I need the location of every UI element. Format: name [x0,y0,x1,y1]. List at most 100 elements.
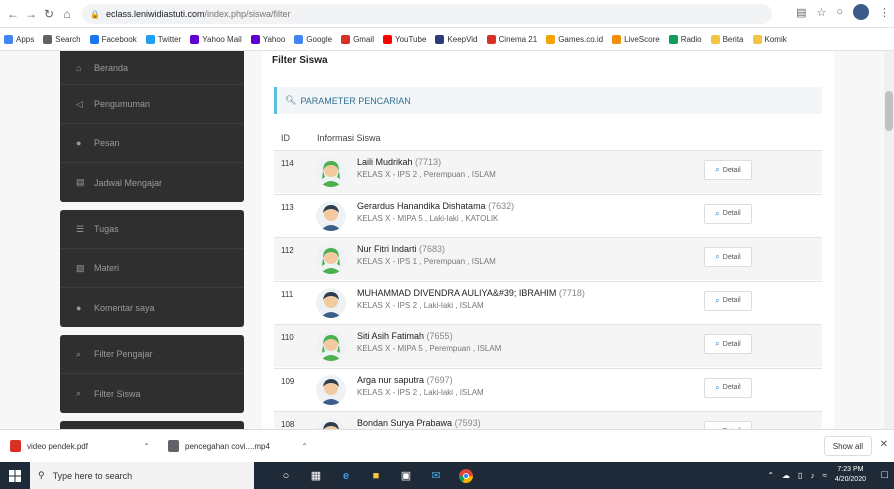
detail-button[interactable]: ⌕Detail [704,334,752,354]
bookmark-icon [4,35,13,44]
bookmark-livescore[interactable]: LiveScore [612,35,660,44]
sidebar-item-beranda[interactable]: ⌂ Beranda [60,51,244,85]
sidebar-item-pengumuman[interactable]: ◁ Pengumuman [60,85,244,124]
detail-button[interactable]: ⌕Detail [704,421,752,429]
table-row: 110 Siti Asih Fatimah (7655) KELAS X - MIP… [274,324,822,367]
battery-icon[interactable]: ▯ [798,471,802,480]
sidebar-item-materi[interactable]: ▧ Materi [60,249,244,288]
translate-icon[interactable]: ▤ [796,6,806,19]
bookmark-berita[interactable]: Berita [710,35,744,44]
clock[interactable]: 7:23 PM 4/20/2020 [835,465,866,485]
clock-time: 7:23 PM [837,466,864,473]
sidebar-item-jadwal-mengajar[interactable]: ▤ Jadwal Mengajar [60,163,244,202]
app-area: ⌂ Beranda ◁ Pengumuman ● Pesan ▤ Jadwal Mengaja… [0,51,894,429]
bookmark-twitter[interactable]: Twitter [145,35,181,44]
cortana-icon[interactable]: ○ [278,468,294,484]
bookmark-yahoo-mail[interactable]: Yahoo Mail [190,35,242,44]
menu-dots-icon[interactable]: ⋮ [879,6,890,19]
cloud-icon[interactable]: ☁ [782,471,790,480]
bookmark-yahoo[interactable]: Yahoo [250,35,285,44]
mail-icon[interactable]: ✉ [428,468,444,484]
home-icon: ⌂ [76,62,82,73]
search-icon: ⌕ [715,339,720,348]
windows-start-icon[interactable] [0,462,30,489]
search-icon: ⌕ [715,208,720,218]
notifications-icon[interactable]: □ [881,469,888,481]
table-row: 109 Arga nur saputra (7697) KELAS X - IPS … [274,367,822,411]
bookmark-gmail[interactable]: Gmail [341,35,374,44]
url-host: eclass.leniwidiastuti.com [105,9,205,19]
download-item[interactable]: pencegahan covi....mp4 ⌃ [158,440,316,452]
search-icon: ⌕ [76,348,82,359]
student-name: Bondan Surya Prabawa (7593) [357,418,481,428]
volume-icon[interactable]: ♪ [810,471,814,480]
bookmark-label: Apps [16,35,35,44]
sidebar-item-label: Komentar saya [94,302,155,313]
detail-button[interactable]: ⌕Detail [704,160,752,180]
bookmark-icon [190,35,200,44]
sidebar-item-filter-siswa[interactable]: ⌕ Filter Siswa [60,374,244,413]
bookmark-label: Berita [722,35,744,44]
task-view-icon[interactable]: ▦ [308,468,324,484]
scrollbar[interactable] [884,51,894,429]
student-name: Laili Mudrikah (7713) [357,157,441,167]
book-icon: ▧ [76,262,85,273]
star-icon[interactable]: ☆ [816,6,826,19]
bookmark-google[interactable]: Google [294,35,332,44]
bookmark-icon [486,35,496,44]
edge-icon[interactable]: e [338,468,354,484]
chrome-icon[interactable] [458,468,474,484]
bookmark-apps[interactable]: Apps [4,35,34,44]
back-arrow-icon[interactable]: ← [4,5,22,23]
sidebar-item-tugas[interactable]: ☰ Tugas [60,210,244,249]
reload-icon[interactable]: ↻ [40,5,58,23]
student-name-text: Laili Mudrikah [357,157,413,167]
bookmark-radio[interactable]: Radio [668,35,702,44]
sidebar-item-label: Beranda [94,62,129,73]
chevron-up-icon[interactable]: ⌃ [767,471,774,480]
store-icon[interactable]: ▣ [398,468,414,484]
student-info: KELAS X - IPS 1 , Perempuan , ISLAM [357,257,496,266]
bookmark-komik[interactable]: Komik [752,35,787,44]
close-icon[interactable]: ✕ [880,439,888,450]
detail-button[interactable]: ⌕Detail [704,203,752,224]
pdf-file-icon [10,440,21,452]
detail-button[interactable]: ⌕Detail [704,377,752,398]
chevron-up-icon[interactable]: ⌃ [301,442,308,451]
profile-avatar[interactable] [853,4,869,20]
taskbar-search-input[interactable]: ⚲ Type here to search [30,462,254,489]
address-bar[interactable]: 🔒 eclass.leniwidiastuti.com/index.php/si… [82,4,772,24]
sidebar-item-filter-pengajar[interactable]: ⌕ Filter Pengajar [60,335,244,374]
bookmark-cinema-21[interactable]: Cinema 21 [486,35,537,44]
download-item[interactable]: video pendek.pdf ⌃ [0,440,158,452]
megaphone-icon: ◁ [76,98,83,109]
sidebar-item-logout[interactable]: ⇥Logout [60,421,244,429]
detail-button[interactable]: ⌕Detail [704,290,752,311]
chevron-up-icon[interactable]: ⌃ [143,442,150,451]
bookmark-games-co-id[interactable]: Games.co.id [546,35,603,44]
sidebar-item-pesan[interactable]: ● Pesan [60,124,244,163]
detail-button[interactable]: ⌕Detail [704,247,752,267]
download-filename: video pendek.pdf [27,441,88,451]
scrollbar-thumb[interactable] [885,91,893,131]
home-button-icon[interactable]: ⌂ [58,5,76,23]
file-explorer-icon[interactable]: ■ [368,468,384,484]
bookmark-icon [294,35,304,44]
network-icon[interactable]: ≈ [822,471,826,480]
forward-arrow-icon[interactable]: → [22,5,40,23]
extension-icon[interactable]: ○ [836,6,843,18]
search-icon: ⌕ [715,382,720,392]
show-all-button[interactable]: Show all [823,436,872,456]
bookmark-keepvid[interactable]: KeepVid [435,35,478,44]
student-id: 112 [281,246,294,255]
bookmark-label: Radio [680,35,702,44]
student-avatar [316,418,346,429]
sidebar-item-label: Pesan [94,138,120,148]
bookmark-youtube[interactable]: YouTube [382,35,426,44]
bookmark-search[interactable]: Search [43,35,81,44]
student-nis: (7593) [454,418,481,428]
search-icon: ⌕ [76,388,82,398]
search-parameter-panel[interactable]: 🔍︎ PARAMETER PENCARIAN [274,87,822,114]
sidebar-item-komentar-saya[interactable]: ● Komentar saya [60,288,244,327]
bookmark-facebook[interactable]: Facebook [89,35,137,44]
